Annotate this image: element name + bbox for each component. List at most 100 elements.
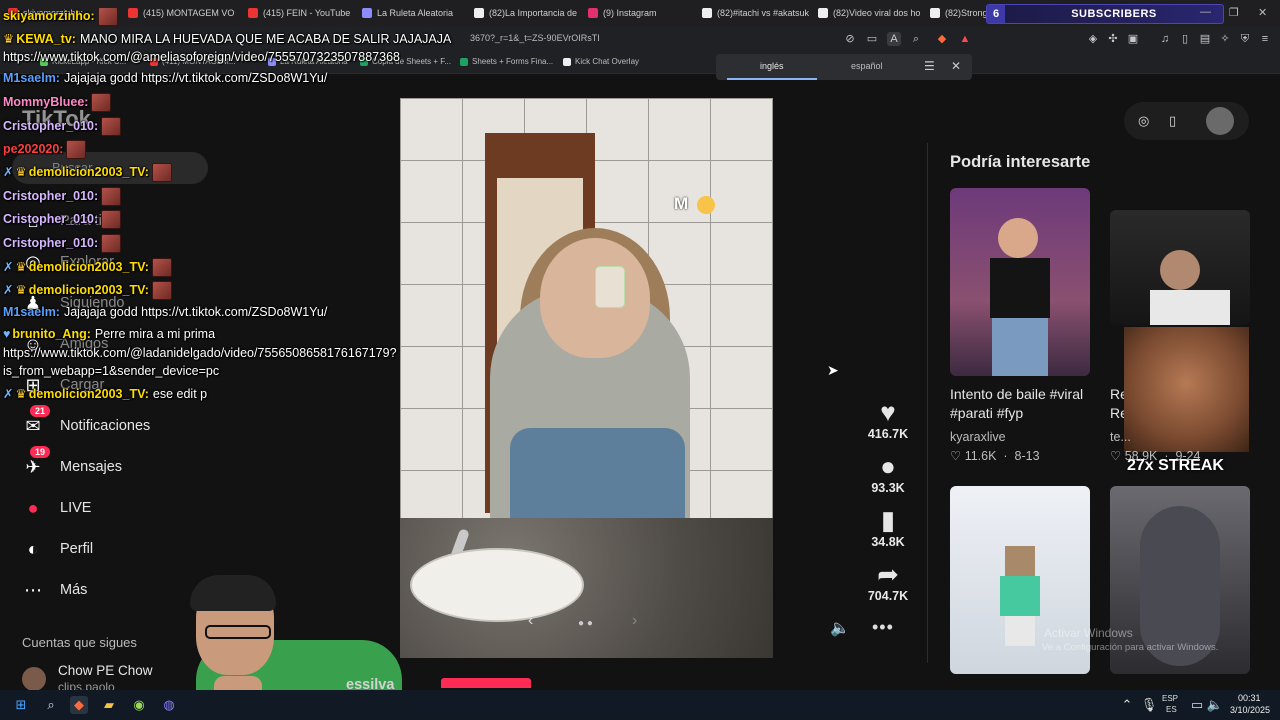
browser-tab[interactable]: (415) MONTAGEM VO (128, 4, 236, 22)
translate-menu-icon[interactable]: ☰ (924, 59, 935, 73)
browser-tab[interactable]: (82)La Importancia de (474, 4, 582, 22)
chat-username: demolicion2003_TV: (28, 282, 149, 297)
search-icon[interactable]: ⌕ (42, 696, 60, 714)
ai-icon[interactable]: ✧ (1218, 32, 1232, 46)
browser-tab[interactable]: (415) FEIN - YouTube (248, 4, 356, 22)
more-options-icon[interactable]: ••• (872, 617, 894, 638)
thumbnail-jeans (992, 318, 1048, 376)
action-count: 704.7K (867, 589, 909, 603)
rewards-icon[interactable]: ▲ (958, 32, 972, 46)
tab-favicon-icon (362, 8, 372, 18)
media-icon[interactable]: ♫ (1158, 32, 1172, 46)
chevron-up-icon[interactable]: ⌃ (1118, 696, 1136, 714)
thumbnail-face (1160, 250, 1200, 290)
tab-label: (82)La Importancia de (489, 8, 578, 18)
sidebar-item-live[interactable]: ● LIVE (20, 495, 92, 521)
screenshot-icon[interactable]: ▣ (1126, 32, 1140, 46)
windows-watermark-subtitle: Ve a Configuración para activar Windows. (1042, 642, 1219, 653)
mouse-cursor-icon: ➤ (827, 362, 839, 378)
bookmark-item[interactable]: Kick Chat Overlay (563, 57, 639, 66)
translate-icon[interactable]: A (887, 32, 901, 46)
cast-icon[interactable]: ▭ (865, 32, 879, 46)
recommendation-thumbnail[interactable] (1110, 210, 1250, 325)
sidebar-item-notificaciones[interactable]: ✉ 21 Notificaciones (20, 405, 150, 439)
file-explorer-icon[interactable]: ▰ (100, 696, 118, 714)
extension-icon[interactable]: ◈ (1086, 32, 1100, 46)
brave-browser-icon[interactable]: ◆ (70, 696, 88, 714)
recommendation-caption[interactable]: Intento de baile #viral #parati #fyp (950, 385, 1090, 423)
follow-button[interactable] (441, 678, 531, 688)
moderator-badge-icon: ✗ (3, 164, 14, 179)
action-count: 93.3K (871, 481, 905, 495)
translate-to-tab[interactable]: español (851, 61, 883, 71)
menu-icon[interactable]: ≡ (1258, 32, 1272, 46)
coin-icon[interactable]: ◎ (1138, 113, 1149, 129)
zoom-icon[interactable]: ⌕ (909, 32, 923, 46)
action-count: 416.7K (867, 427, 909, 441)
sidebar-item-label: Mensajes (60, 459, 123, 475)
sidebar-icon[interactable]: ▯ (1178, 32, 1192, 46)
maximize-icon[interactable]: ❐ (1229, 6, 1239, 19)
avatar[interactable] (22, 667, 46, 691)
keyboard-indicator[interactable]: ES (1166, 705, 1177, 714)
crown-badge-icon: ♛ (3, 32, 15, 46)
recommendation-caption[interactable]: Re... Re... (1110, 385, 1124, 423)
brave-shield-icon[interactable]: ◆ (935, 32, 949, 46)
inbox-icon: ✉ 21 (20, 405, 51, 439)
windows-watermark-title: Activar Windows (1044, 626, 1133, 640)
close-window-icon[interactable]: ✕ (1258, 6, 1267, 19)
translate-close-icon[interactable]: ✕ (951, 59, 961, 73)
video-player[interactable] (400, 98, 773, 658)
browser-tab[interactable]: (82)#itachi vs #akatsuk (702, 4, 810, 22)
chevron-left-icon[interactable]: ‹ (528, 612, 533, 630)
discord-icon[interactable]: ◍ (160, 696, 178, 714)
network-icon[interactable]: ▭ (1188, 696, 1206, 714)
wallet-icon[interactable]: ▤ (1198, 32, 1212, 46)
comment-button[interactable]: ● 93.3K (860, 452, 916, 495)
sidebar-item-label: LIVE (60, 500, 92, 516)
chat-username: Cristopher_010: (3, 118, 99, 133)
browser-tab[interactable]: (82)Video viral dos ho (818, 4, 926, 22)
bookmark-item[interactable]: Sheets + Forms Fina... (460, 57, 553, 66)
language-indicator[interactable]: ESP (1162, 694, 1178, 703)
share-button[interactable]: ➦ 704.7K (860, 560, 916, 603)
avatar[interactable] (1206, 107, 1234, 135)
chat-text: ese edit p (152, 387, 208, 401)
sidebar-item-mensajes[interactable]: ✈ 19 Mensajes (20, 446, 123, 480)
translate-from-tab[interactable]: inglés (760, 61, 784, 71)
chat-message: Cristopher_010: (3, 210, 122, 229)
moderator-badge-icon: ✗ (3, 259, 14, 274)
video-overlay-text: M (674, 194, 689, 213)
clock-time[interactable]: 00:31 (1238, 693, 1261, 703)
bookmark-button[interactable]: ▮ 34.8K (860, 506, 916, 549)
heart-button[interactable]: ♥ 416.7K (860, 398, 916, 441)
reader-icon[interactable]: ⊘ (843, 32, 857, 46)
sidebar-item-mas[interactable]: ⋯ Más (20, 577, 87, 603)
recommendation-author[interactable]: te... (1110, 430, 1131, 444)
chevron-right-icon[interactable]: › (632, 612, 637, 630)
speaker-icon[interactable]: 🔈 (1206, 696, 1224, 714)
puzzle-icon[interactable]: ✣ (1106, 32, 1120, 46)
vpn-icon[interactable]: ⛨ (1238, 32, 1252, 46)
microphone-icon[interactable]: 🎙 (1140, 696, 1158, 714)
browser-tab[interactable]: (9) Instagram (588, 4, 696, 22)
browser-tab[interactable]: La Ruleta Aleatoria (362, 4, 470, 22)
moderator-badge-icon: ✗ (3, 282, 14, 297)
minimize-icon[interactable]: — (1200, 6, 1211, 18)
volume-icon[interactable]: 🔈 (830, 618, 850, 638)
recommendation-author[interactable]: kyaraxlive (950, 430, 1006, 444)
chat-text: Perre mira a mi prima (94, 327, 216, 341)
comment-icon: ● (880, 451, 896, 481)
following-account-name[interactable]: Chow PE Chow (58, 663, 153, 678)
chat-username: brunito_Ang: (12, 327, 91, 341)
windows-start-icon[interactable]: ⊞ (12, 696, 30, 714)
url-text[interactable]: 3670?_r=1&_t=ZS-90EVrOIRsTI (470, 33, 600, 43)
recommendation-thumbnail[interactable] (950, 188, 1090, 376)
recommendations-title: Podría interesarte (950, 153, 1091, 171)
sidebar-item-perfil[interactable]: ◐ Perfil (20, 536, 93, 562)
chat-message: skiyamorzinho: (3, 7, 118, 26)
device-icon[interactable]: ▯ (1169, 113, 1176, 129)
clock-date[interactable]: 3/10/2025 (1230, 705, 1270, 715)
app-icon[interactable]: ◉ (130, 696, 148, 714)
thumbnail-shirt (1150, 290, 1230, 325)
